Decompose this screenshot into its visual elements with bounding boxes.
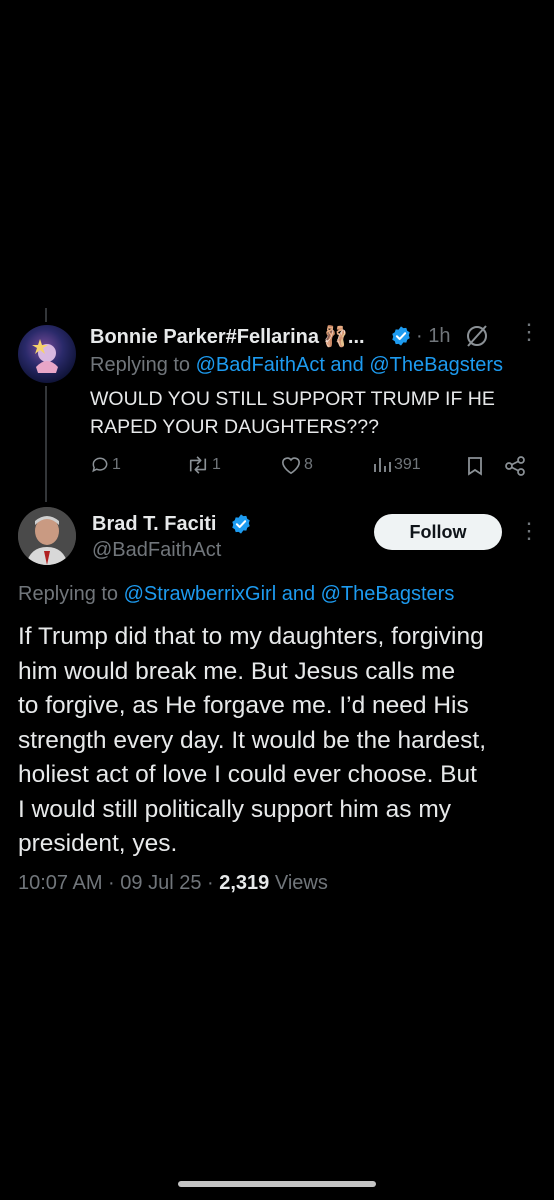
avatar-bonnie[interactable]	[18, 325, 76, 383]
reply-author-row: Bonnie Parker#Fellarina 🩰...	[90, 324, 365, 349]
main-handle[interactable]: @BadFaithAct	[92, 539, 221, 562]
tweet-text-line: holiest act of love I could ever choose.…	[18, 761, 477, 788]
replying-mentions[interactable]: @StrawberrixGirl and @TheBagsters	[124, 583, 455, 605]
reply-text-line: RAPED YOUR DAUGHTERS???	[90, 416, 379, 438]
tweet-metadata: 10:07 AM · 09 Jul 25 · 2,319 Views	[18, 872, 328, 895]
replying-prefix: Replying to	[18, 583, 119, 605]
thread-line-connector	[45, 386, 47, 502]
main-display-name[interactable]: Brad T. Faciti	[92, 513, 216, 536]
reply-more-icon[interactable]: ⋮	[518, 321, 540, 343]
tweet-timestamp: 10:07 AM · 09 Jul 25 ·	[18, 872, 214, 894]
reply-button[interactable]: 1	[90, 455, 121, 475]
replying-mentions[interactable]: @BadFaithAct and @TheBagsters	[196, 354, 503, 376]
reply-text: WOULD YOU STILL SUPPORT TRUMP IF HE RAPE…	[90, 385, 495, 441]
replying-prefix: Replying to	[90, 354, 191, 376]
thread-line-top	[45, 308, 47, 322]
home-indicator[interactable]	[178, 1181, 376, 1187]
verified-badge-icon	[392, 326, 410, 346]
reply-text-line: WOULD YOU STILL SUPPORT TRUMP IF HE	[90, 388, 495, 410]
reply-time: · 1h	[416, 325, 451, 347]
share-icon[interactable]	[504, 455, 526, 477]
views-button[interactable]: 391	[372, 455, 421, 475]
tweet-views-count: 2,319	[219, 872, 270, 894]
tweet-views-label: Views	[274, 872, 328, 894]
repost-icon	[189, 456, 207, 474]
reply-display-name[interactable]: Bonnie Parker#Fellarina	[90, 326, 319, 348]
tweet-text-line: strength every day. It would be the hard…	[18, 726, 487, 754]
name-ellipsis: ...	[347, 326, 365, 348]
main-replying-to: Replying to @StrawberrixGirl and @TheBag…	[18, 583, 454, 606]
avatar-brad[interactable]	[18, 507, 76, 565]
reply-icon	[92, 457, 108, 473]
reply-count: 1	[112, 456, 121, 473]
tweet-text-line: I would still politically support him as…	[18, 795, 451, 823]
avatar-image	[32, 339, 58, 373]
tweet-text-line: president, yes.	[18, 830, 178, 857]
views-count: 391	[394, 456, 421, 473]
verified-badge-icon	[232, 514, 250, 534]
like-count: 8	[304, 456, 313, 473]
grok-icon[interactable]	[464, 324, 490, 348]
repost-count: 1	[212, 456, 221, 473]
bookmark-icon[interactable]	[466, 456, 484, 476]
tweet-text-line: to forgive, as He forgave me. I’d need H…	[18, 692, 469, 719]
main-tweet-text: If Trump did that to my daughters, forgi…	[18, 620, 548, 862]
tweet-text-line: If Trump did that to my daughters, forgi…	[18, 623, 484, 650]
ballet-shoes-emoji: 🩰	[322, 326, 348, 348]
reply-replying-to: Replying to @BadFaithAct and @TheBagster…	[90, 354, 503, 377]
follow-button[interactable]: Follow	[374, 514, 502, 550]
analytics-icon	[374, 458, 391, 472]
avatar-image	[18, 507, 76, 565]
main-more-icon[interactable]: ⋮	[518, 520, 540, 542]
tweet-text-line: him would break me. But Jesus calls me	[18, 657, 456, 685]
repost-button[interactable]: 1	[186, 455, 221, 475]
heart-icon	[281, 457, 301, 475]
like-button[interactable]: 8	[280, 455, 313, 475]
